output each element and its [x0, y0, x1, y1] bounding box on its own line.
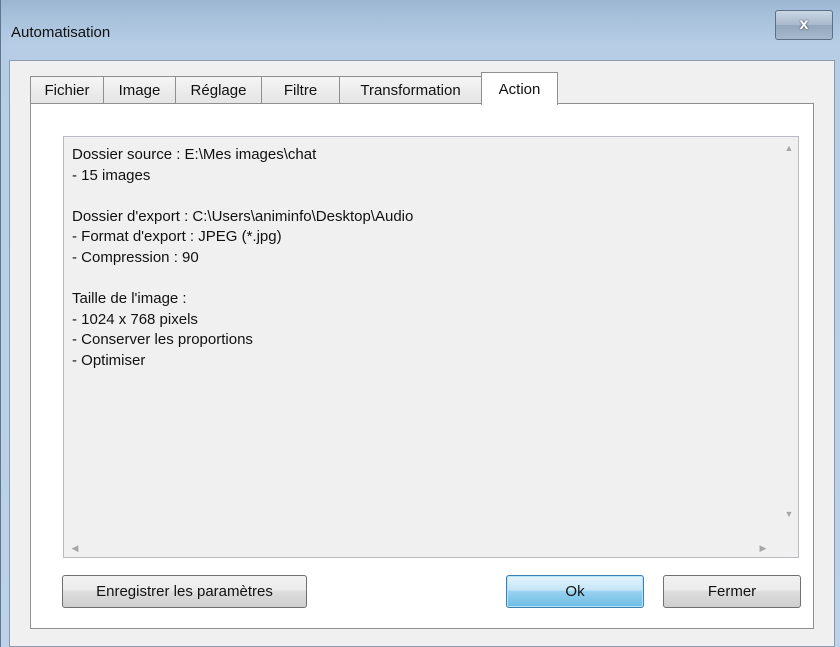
summary-line: Dossier source : E:\Mes images\chat — [72, 146, 317, 163]
vertical-scrollbar[interactable]: ▲ ▼ — [780, 137, 798, 525]
tab-image[interactable]: Image — [103, 76, 176, 104]
horizontal-scrollbar[interactable]: ◀ ▶ — [64, 539, 780, 557]
scroll-up-icon[interactable]: ▲ — [780, 139, 798, 157]
close-label: Fermer — [707, 583, 757, 600]
summary-line: Dossier d'export : C:\Users\animinfo\Des… — [72, 207, 414, 225]
title-bar[interactable]: Automatisation x — [1, 0, 840, 58]
tab-label: Action — [498, 80, 541, 98]
tab-transformation[interactable]: Transformation — [339, 76, 482, 104]
summary-line: - Conserver les proportions — [72, 331, 253, 349]
summary-line — [72, 269, 772, 290]
tab-label: Fichier — [44, 82, 90, 99]
summary-line: Taille de l'image : — [72, 290, 187, 308]
window-title: Automatisation — [11, 24, 111, 41]
summary-line: - Optimiser — [72, 351, 146, 369]
close-button[interactable]: Fermer — [663, 575, 801, 608]
close-icon: x — [799, 16, 809, 33]
tab-reglage[interactable]: Réglage — [175, 76, 262, 104]
ok-button[interactable]: Ok — [506, 575, 644, 608]
save-settings-button[interactable]: Enregistrer les paramètres — [62, 575, 307, 608]
ok-label: Ok — [565, 583, 585, 600]
tab-label: Image — [118, 82, 161, 99]
summary-text: Dossier source : E:\Mes images\chat - 15… — [72, 145, 772, 372]
tab-label: Réglage — [190, 82, 247, 99]
summary-text-box[interactable]: Dossier source : E:\Mes images\chat - 15… — [63, 136, 799, 558]
tab-fichier[interactable]: Fichier — [30, 76, 104, 104]
summary-line: - Format d'export : JPEG (*.jpg) — [72, 228, 282, 246]
summary-line: - 15 images — [72, 166, 151, 184]
summary-line: - 1024 x 768 pixels — [72, 310, 198, 328]
scroll-right-icon[interactable]: ▶ — [754, 539, 772, 557]
save-settings-label: Enregistrer les paramètres — [96, 583, 273, 600]
close-window-button[interactable]: x — [775, 10, 833, 40]
tab-filtre[interactable]: Filtre — [261, 76, 340, 104]
scroll-down-icon[interactable]: ▼ — [780, 505, 798, 523]
summary-line — [72, 186, 772, 207]
tab-label: Transformation — [360, 82, 461, 99]
scroll-left-icon[interactable]: ◀ — [66, 539, 84, 557]
tab-action[interactable]: Action — [481, 72, 558, 105]
summary-line: - Compression : 90 — [72, 248, 199, 266]
tab-label: Filtre — [283, 82, 318, 99]
